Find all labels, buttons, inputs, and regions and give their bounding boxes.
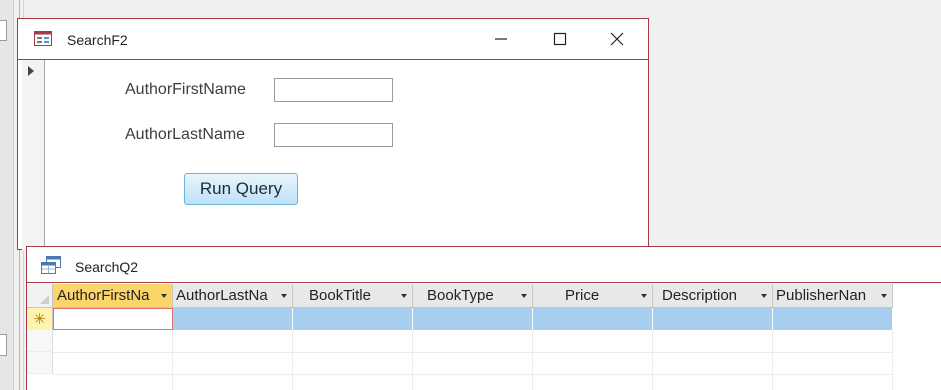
grid-line xyxy=(532,330,533,390)
column-header-booktitle[interactable]: BookTitle xyxy=(293,284,413,308)
background-field xyxy=(0,20,7,41)
minimize-icon xyxy=(495,38,507,40)
dropdown-arrow-icon[interactable] xyxy=(401,294,407,298)
new-record-cell-booktype[interactable] xyxy=(413,308,533,330)
run-query-button[interactable]: Run Query xyxy=(184,173,298,205)
dropdown-arrow-icon[interactable] xyxy=(281,294,287,298)
grid-line xyxy=(412,330,413,390)
select-all-icon xyxy=(40,295,49,304)
close-icon xyxy=(610,32,624,46)
new-record-row[interactable]: ✳ xyxy=(27,308,893,330)
record-selector[interactable] xyxy=(22,60,45,250)
grid-line xyxy=(772,330,773,390)
column-header-description[interactable]: Description xyxy=(653,284,773,308)
column-header-publishername[interactable]: PublisherNan xyxy=(773,284,893,308)
author-last-name-input[interactable] xyxy=(274,123,393,147)
dropdown-arrow-icon[interactable] xyxy=(641,294,647,298)
background-app-strip xyxy=(0,0,14,390)
grid-line xyxy=(172,330,173,390)
dropdown-arrow-icon[interactable] xyxy=(881,294,887,298)
form-window: SearchF2 AuthorFirstName AuthorLastName … xyxy=(17,18,649,250)
grid-line xyxy=(53,352,893,353)
query-titlebar[interactable]: SearchQ2 xyxy=(27,247,941,283)
grid-line xyxy=(53,374,893,375)
form-titlebar[interactable]: SearchF2 xyxy=(18,19,648,60)
column-header-booktype[interactable]: BookType xyxy=(413,284,533,308)
column-header-price[interactable]: Price xyxy=(533,284,653,308)
author-first-name-label: AuthorFirstName xyxy=(125,81,246,98)
select-all-corner[interactable] xyxy=(27,284,53,308)
grid-line xyxy=(892,330,893,390)
author-last-name-label: AuthorLastName xyxy=(125,126,246,143)
new-record-cell-publishername[interactable] xyxy=(773,308,893,330)
new-record-cell-price[interactable] xyxy=(533,308,653,330)
close-button[interactable] xyxy=(594,23,640,55)
query-title: SearchQ2 xyxy=(75,259,139,275)
background-field xyxy=(0,334,7,356)
form-icon xyxy=(34,31,52,46)
new-record-cell-description[interactable] xyxy=(653,308,773,330)
minimize-button[interactable] xyxy=(478,23,524,55)
maximize-button[interactable] xyxy=(537,23,583,55)
dropdown-arrow-icon[interactable] xyxy=(521,294,527,298)
column-header-authorlastname[interactable]: AuthorLastNa xyxy=(173,284,293,308)
query-datasheet-icon xyxy=(41,256,61,274)
grid-line xyxy=(652,330,653,390)
new-record-cell-authorfirstname[interactable] xyxy=(53,308,173,330)
form-title: SearchF2 xyxy=(67,32,128,48)
column-header-authorfirstname[interactable]: AuthorFirstNa xyxy=(53,284,173,308)
dropdown-arrow-icon[interactable] xyxy=(761,294,767,298)
new-record-icon[interactable]: ✳ xyxy=(27,308,53,330)
query-window: SearchQ2 AuthorFirstNa AuthorLastNa Book… xyxy=(26,246,941,390)
column-header-row: AuthorFirstNa AuthorLastNa BookTitle Boo… xyxy=(27,284,941,308)
maximize-icon xyxy=(553,32,567,46)
dropdown-arrow-icon[interactable] xyxy=(161,294,167,298)
new-record-cell-booktitle[interactable] xyxy=(293,308,413,330)
new-record-cell-authorlastname[interactable] xyxy=(173,308,293,330)
author-first-name-input[interactable] xyxy=(274,78,393,102)
grid-line xyxy=(292,330,293,390)
current-record-arrow-icon xyxy=(28,66,34,76)
empty-row-selector xyxy=(27,352,53,374)
empty-row-selector xyxy=(27,330,53,352)
